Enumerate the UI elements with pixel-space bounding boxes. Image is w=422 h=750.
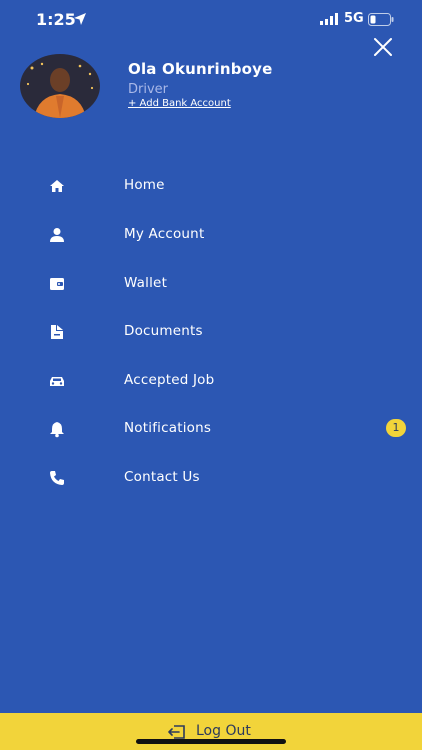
user-icon xyxy=(50,228,64,242)
menu-item-wallet[interactable]: Wallet xyxy=(0,262,422,306)
battery-icon xyxy=(368,13,394,26)
menu-item-contact-us[interactable]: Contact Us xyxy=(0,456,422,500)
network-type: 5G xyxy=(344,11,364,26)
logout-button[interactable]: Log Out xyxy=(0,713,422,750)
close-icon[interactable] xyxy=(372,36,394,58)
home-icon xyxy=(50,180,64,192)
menu-item-label: Documents xyxy=(124,323,203,339)
signal-icon xyxy=(320,13,338,25)
logout-label: Log Out xyxy=(196,723,251,739)
menu-item-documents[interactable]: Documents xyxy=(0,310,422,354)
menu-item-my-account[interactable]: My Account xyxy=(0,213,422,257)
menu-item-accepted-job[interactable]: Accepted Job xyxy=(0,359,422,403)
home-indicator xyxy=(136,739,286,744)
status-bar: 1:25 5G xyxy=(0,0,422,40)
add-bank-account-link[interactable]: + Add Bank Account xyxy=(128,98,231,109)
menu-item-home[interactable]: Home xyxy=(0,164,422,208)
user-role: Driver xyxy=(128,82,169,97)
notification-count-badge: 1 xyxy=(386,419,406,437)
menu-item-label: Contact Us xyxy=(124,469,200,485)
logout-icon xyxy=(168,725,185,739)
wallet-icon xyxy=(50,278,64,290)
location-arrow-icon xyxy=(74,13,86,25)
documents-icon xyxy=(51,325,63,339)
phone-icon xyxy=(50,471,64,485)
menu-item-notifications[interactable]: Notifications 1 xyxy=(0,407,422,451)
status-time: 1:25 xyxy=(36,10,76,29)
menu-item-label: Home xyxy=(124,177,165,193)
menu-item-label: Notifications xyxy=(124,420,212,436)
menu-item-label: Wallet xyxy=(124,275,168,291)
user-name: Ola Okunrinboye xyxy=(128,60,273,78)
menu-item-label: Accepted Job xyxy=(124,372,215,388)
bell-icon xyxy=(50,422,64,438)
menu-item-label: My Account xyxy=(124,226,205,242)
car-icon xyxy=(50,377,64,386)
avatar xyxy=(20,54,100,118)
